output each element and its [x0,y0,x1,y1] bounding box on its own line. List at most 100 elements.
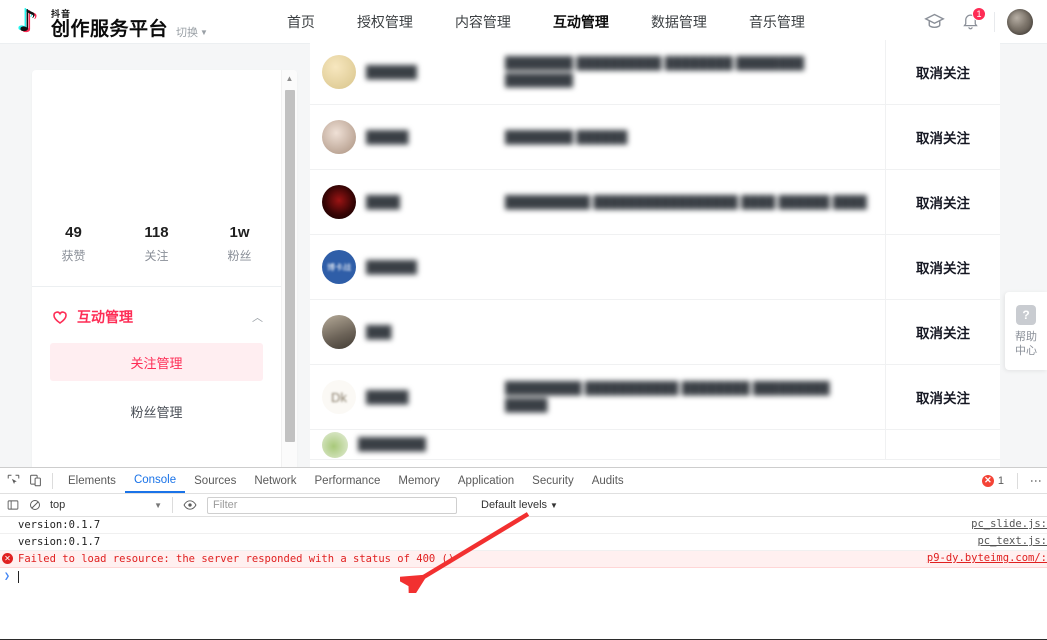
scrollbar-up-arrow[interactable]: ▲ [282,70,297,86]
console-prompt[interactable]: ❯ [0,568,1047,585]
row-description-text: ██████████ █████████████████ ████ ██████… [505,194,867,209]
eye-icon[interactable] [179,493,201,517]
devtools-panel: Elements Console Sources Network Perform… [0,467,1047,640]
nav-item-interaction[interactable]: 互动管理 [532,0,630,44]
user-avatar[interactable] [1007,8,1033,35]
row-user[interactable]: ███ [310,315,505,349]
sidebar-item-following-management[interactable]: 关注管理 [50,343,263,381]
brand-logo[interactable]: ♪ ♪ ♪ 抖音 创作服务平台 [0,5,168,39]
context-selector[interactable]: top ▼ [46,497,166,514]
avatar[interactable] [322,185,356,219]
error-icon: ✕ [981,474,994,487]
row-description: ██████████ █████████████████ ████ ██████… [505,194,885,211]
sidebar-scrollbar[interactable]: ▲ ▼ [281,70,297,484]
unfollow-button[interactable]: 取消关注 [916,62,970,82]
console-sidebar-icon[interactable] [2,493,24,517]
console-message[interactable]: version:0.1.7 pc_slide.js: [0,517,1047,534]
row-user[interactable]: ██████ [310,55,505,89]
avatar-initials: 博卡战 [327,262,351,272]
avatar-initials [322,55,356,89]
top-header: ♪ ♪ ♪ 抖音 创作服务平台 切换 ▼ 首页 授权管理 内容管理 互动管理 数据管… [0,0,1047,44]
help-center-widget[interactable]: ? 帮助 中心 [1005,292,1047,370]
nav-item-authorization[interactable]: 授权管理 [336,0,434,44]
avatar[interactable] [322,120,356,154]
chevron-up-icon[interactable]: ︿ [252,309,263,325]
unfollow-button[interactable]: 取消关注 [916,192,970,212]
console-message-source[interactable]: pc_slide.js: [971,518,1047,530]
row-action: 取消关注 [885,40,1000,104]
console-empty-area[interactable] [0,585,1047,640]
error-icon: ✕ [2,553,13,564]
filter-input[interactable]: Filter [207,496,457,514]
inspect-element-icon[interactable] [2,469,24,493]
tab-memory[interactable]: Memory [389,468,449,493]
unfollow-button[interactable]: 取消关注 [916,127,970,147]
nav-item-music[interactable]: 音乐管理 [728,0,826,44]
row-description-text: ████████ ██████ [505,129,628,144]
clear-console-icon[interactable] [24,493,46,517]
sidebar-scroll-content: 49 获赞 118 关注 1w 粉丝 互动管理 ︿ 关注管理 粉丝管理 [32,70,281,484]
row-user[interactable]: 博卡战 ██████ [310,250,505,284]
unfollow-button[interactable]: 取消关注 [916,257,970,277]
tab-console[interactable]: Console [124,468,186,493]
avatar-initials [322,315,356,349]
sidebar-group-interaction[interactable]: 互动管理 ︿ [32,287,281,343]
stat-likes: 49 获赞 [32,224,115,264]
console-error-message[interactable]: ✕ Failed to load resource: the server re… [0,551,1047,568]
avatar[interactable] [322,55,356,89]
more-options-icon[interactable]: ⋮ [1029,475,1043,487]
sidebar-item-fans-management[interactable]: 粉丝管理 [50,392,263,430]
console-toolbar: top ▼ Filter Default levels ▼ [0,494,1047,517]
unfollow-button[interactable]: 取消关注 [916,387,970,407]
console-message-text: version:0.1.7 [18,536,101,548]
bell-icon[interactable]: 1 [958,6,986,34]
avatar[interactable] [322,315,356,349]
row-description: ████████ ██████ [505,129,885,146]
nav-item-content[interactable]: 内容管理 [434,0,532,44]
device-toolbar-icon[interactable] [24,469,46,493]
tab-security[interactable]: Security [523,468,583,493]
row-user[interactable]: ████ [310,185,505,219]
context-value: top [50,499,66,511]
avatar[interactable]: 博卡战 [322,250,356,284]
row-user[interactable]: ████████ [310,431,505,458]
avatar-initials [322,185,356,219]
nav-item-data[interactable]: 数据管理 [630,0,728,44]
log-levels-label: Default levels [481,499,548,511]
log-levels-selector[interactable]: Default levels ▼ [481,499,558,511]
console-message-source[interactable]: p9-dy.byteimg.com/: [927,552,1047,564]
console-message-source[interactable]: pc_text.js: [977,535,1047,547]
row-user[interactable]: Dk █████ [310,380,505,414]
error-count-badge[interactable]: ✕ 1 [981,474,1004,487]
tab-network[interactable]: Network [245,468,305,493]
tab-application[interactable]: Application [449,468,523,493]
profile-stats: 49 获赞 118 关注 1w 粉丝 [32,220,281,286]
account-switch-button[interactable]: 切换 ▼ [176,24,208,40]
brand-text: 抖音 创作服务平台 [51,8,168,39]
graduation-cap-icon[interactable] [922,10,946,34]
help-line-2: 中心 [1015,344,1037,357]
console-message[interactable]: version:0.1.7 pc_text.js: [0,534,1047,551]
avatar[interactable]: Dk [322,380,356,414]
tab-sources[interactable]: Sources [185,468,245,493]
row-user[interactable]: █████ [310,120,505,154]
console-output[interactable]: version:0.1.7 pc_slide.js: version:0.1.7… [0,517,1047,640]
scrollbar-thumb[interactable] [285,90,295,442]
stat-following-label: 关注 [144,249,169,263]
devtools-tabbar: Elements Console Sources Network Perform… [0,468,1047,494]
brand-subtitle: 抖音 [51,8,72,19]
tab-elements[interactable]: Elements [59,468,125,493]
row-action: 取消关注 [885,365,1000,429]
tab-audits[interactable]: Audits [583,468,633,493]
unfollow-button[interactable]: 取消关注 [916,322,970,342]
table-row: ████████ [310,430,1000,460]
sidebar-group-label: 互动管理 [77,309,133,325]
tab-performance[interactable]: Performance [306,468,390,493]
stat-fans: 1w 粉丝 [198,224,281,264]
nav-item-home[interactable]: 首页 [266,0,336,44]
row-username: ████████ [358,437,427,451]
stat-following-value: 118 [144,224,169,241]
avatar[interactable] [322,431,348,458]
notification-badge: 1 [972,6,986,21]
